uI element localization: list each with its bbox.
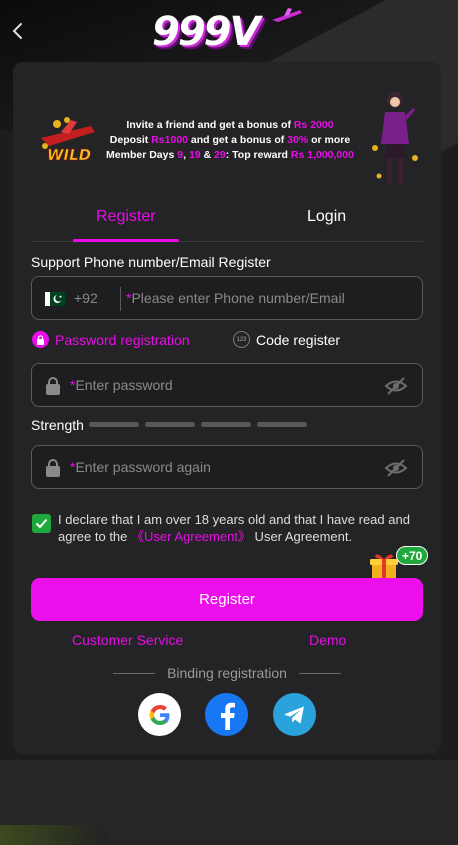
- register-button[interactable]: Register: [31, 578, 423, 621]
- gift-box-icon: [370, 554, 398, 579]
- agreement-text: I declare that I am over 18 years old an…: [58, 511, 418, 545]
- promo-sep-2: &: [200, 149, 215, 161]
- promo-line1-text: Invite a friend and get a bonus of: [126, 119, 294, 131]
- agree-checkbox[interactable]: [32, 514, 51, 533]
- strength-meter: [89, 422, 307, 427]
- promo-character-icon: [372, 92, 418, 184]
- promo-text: Invite a friend and get a bonus of Rs 20…: [95, 118, 365, 163]
- promo-day-2: 19: [188, 149, 201, 161]
- promo-banner: WILD Invite a friend and get a bonus of …: [13, 72, 441, 192]
- pakistan-flag-icon: [45, 292, 65, 306]
- gift-bonus[interactable]: +70: [369, 546, 429, 580]
- promo-line3-text: Member Days: [106, 149, 178, 161]
- promo-bonus-percent: 30%: [287, 134, 309, 146]
- strength-label: Strength: [31, 417, 84, 433]
- google-icon: [149, 704, 169, 725]
- promo-line2-suffix: or more: [308, 134, 351, 146]
- strength-segment: [89, 422, 139, 427]
- promo-line-3: Member Days 9, 19 & 29: Top reward Rs 1,…: [95, 148, 365, 163]
- customer-service-link[interactable]: Customer Service: [72, 632, 183, 648]
- user-agreement-link[interactable]: 《User Agreement》: [131, 529, 251, 544]
- promo-invite-amount: Rs 2000: [293, 119, 334, 131]
- logo-text: 999V: [152, 9, 260, 55]
- agreement-text-2: User Agreement.: [250, 529, 353, 544]
- facebook-icon: [220, 702, 235, 730]
- active-tab-indicator: [73, 239, 179, 242]
- promo-line3-mid: : Top reward: [225, 149, 291, 161]
- back-button[interactable]: [6, 18, 28, 44]
- bottom-banner-edge: [0, 825, 110, 845]
- promo-deposit-amount: Rs1000: [151, 134, 188, 146]
- telegram-icon: [284, 706, 304, 723]
- binding-registration-divider: Binding registration: [113, 665, 341, 681]
- promo-line-1: Invite a friend and get a bonus of Rs 20…: [95, 118, 365, 133]
- auth-tabs: Register Login: [31, 194, 423, 242]
- eye-hidden-icon[interactable]: [384, 376, 408, 396]
- lock-icon: [46, 377, 60, 395]
- eye-hidden-icon[interactable]: [384, 458, 408, 478]
- promo-top-reward: Rs 1,000,000: [290, 149, 354, 161]
- tab-register[interactable]: Register: [96, 208, 156, 226]
- register-card: WILD Invite a friend and get a bonus of …: [13, 62, 441, 754]
- promo-line-2: Deposit Rs1000 and get a bonus of 30% or…: [95, 133, 365, 148]
- phone-email-placeholder: *Please enter Phone number/Email: [126, 290, 345, 306]
- field-divider: [120, 287, 121, 311]
- check-icon: [35, 518, 48, 529]
- brand-logo: 999V: [152, 6, 302, 56]
- register-method-label: Support Phone number/Email Register: [31, 254, 271, 270]
- promo-line2-mid: and get a bonus of: [188, 134, 288, 146]
- confirm-password-placeholder: *Enter password again: [70, 459, 211, 475]
- logo-plane-icon: [272, 8, 302, 22]
- wild-label: WILD: [47, 146, 91, 164]
- confirm-password-placeholder-text: Enter password again: [75, 459, 211, 475]
- strength-segment: [257, 422, 307, 427]
- mode-code-register[interactable]: 123 Code register: [233, 331, 340, 348]
- mode-password-registration[interactable]: Password registration: [32, 331, 190, 348]
- facebook-login-button[interactable]: [205, 693, 248, 736]
- code-123-icon: 123: [233, 331, 250, 348]
- mode-password-label: Password registration: [55, 331, 190, 348]
- strength-segment: [201, 422, 251, 427]
- strength-segment: [145, 422, 195, 427]
- phone-placeholder-text: Please enter Phone number/Email: [131, 290, 345, 306]
- lock-icon: [46, 459, 60, 477]
- wild-plane-icon: WILD: [41, 117, 95, 164]
- telegram-login-button[interactable]: [273, 693, 316, 736]
- tab-login[interactable]: Login: [307, 208, 346, 226]
- demo-link[interactable]: Demo: [309, 632, 346, 648]
- google-login-button[interactable]: [138, 693, 181, 736]
- password-placeholder-text: Enter password: [75, 377, 173, 393]
- chevron-left-icon: [12, 23, 22, 39]
- password-field[interactable]: *Enter password: [31, 363, 423, 407]
- lock-small-icon: [32, 331, 49, 348]
- gift-badge: +70: [396, 546, 429, 565]
- password-placeholder: *Enter password: [70, 377, 173, 393]
- confirm-password-field[interactable]: *Enter password again: [31, 445, 423, 489]
- promo-line2-text: Deposit: [109, 134, 152, 146]
- promo-day-3: 29: [214, 149, 226, 161]
- divider-line-right: [299, 673, 341, 674]
- mode-code-label: Code register: [256, 331, 341, 348]
- phone-email-field[interactable]: +92 *Please enter Phone number/Email: [31, 276, 423, 320]
- country-code[interactable]: +92: [74, 290, 98, 306]
